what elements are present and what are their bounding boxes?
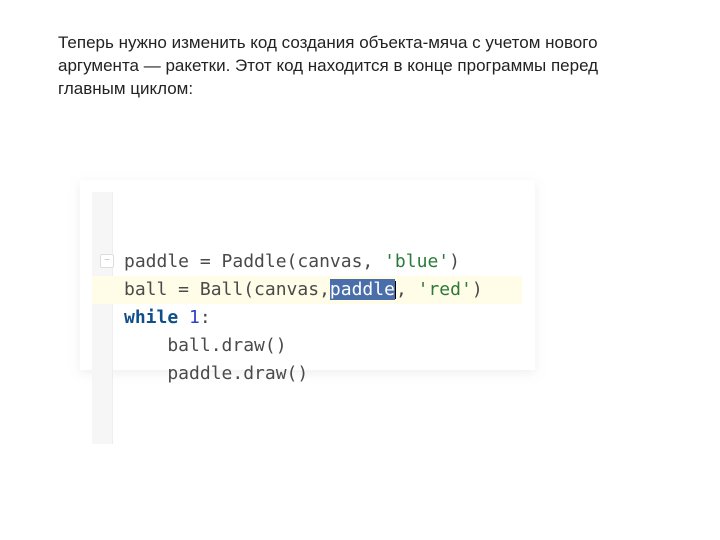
selection: paddle bbox=[330, 279, 395, 300]
string-literal: 'red' bbox=[418, 279, 472, 300]
code-editor: − paddle = Paddle(canvas, 'blue')ball = … bbox=[92, 192, 522, 444]
code-line-1: paddle = Paddle(canvas, 'blue') bbox=[92, 248, 522, 276]
code-block: paddle = Paddle(canvas, 'blue')ball = Ba… bbox=[92, 192, 522, 444]
description-text: Теперь нужно изменить код создания объек… bbox=[58, 32, 618, 101]
code-text: ) bbox=[449, 251, 460, 272]
code-text: ) bbox=[472, 279, 483, 300]
code-text: : bbox=[200, 307, 211, 328]
code-line-2: ball = Ball(canvas,paddle, 'red') bbox=[92, 276, 522, 304]
code-line-4: ball.draw() bbox=[92, 332, 522, 360]
code-text: ball = Ball(canvas, bbox=[124, 279, 330, 300]
code-line-3: while 1: bbox=[92, 304, 522, 332]
keyword: while bbox=[124, 307, 189, 328]
code-text: , bbox=[396, 279, 418, 300]
string-literal: 'blue' bbox=[384, 251, 449, 272]
code-text: paddle = Paddle(canvas, bbox=[124, 251, 384, 272]
number-literal: 1 bbox=[189, 307, 200, 328]
code-text: paddle.draw() bbox=[124, 363, 308, 384]
code-text: ball.draw() bbox=[124, 335, 287, 356]
code-line-5: paddle.draw() bbox=[92, 360, 522, 388]
